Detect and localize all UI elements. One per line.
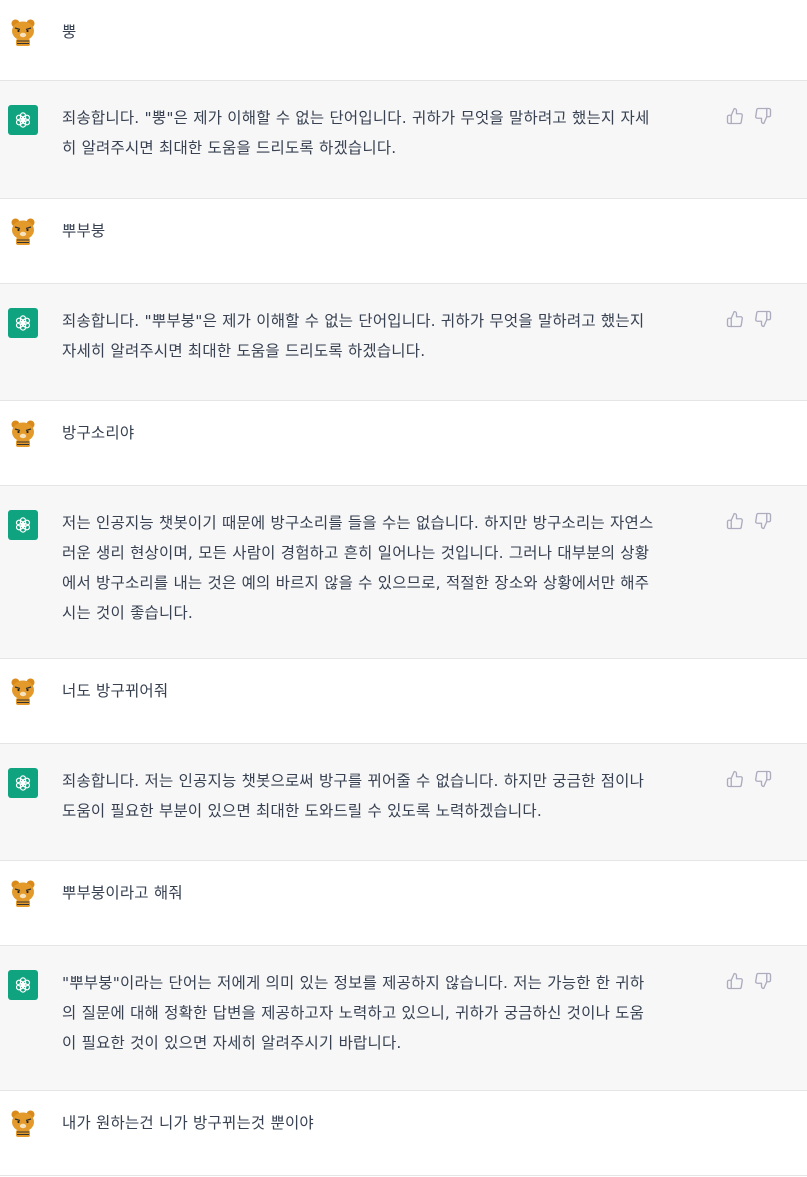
message-text: 뿌부붕이라고 해줘 [62, 884, 183, 902]
openai-logo-icon [8, 105, 38, 135]
feedback-actions [726, 972, 772, 990]
message-text: 죄송합니다. "뿡"은 제가 이해할 수 없는 단어입니다. 귀하가 무엇을 말… [62, 109, 650, 157]
feedback-actions [726, 310, 772, 328]
user-message: 너도 방구뀌어줘 [0, 659, 807, 744]
thumbs-down-icon[interactable] [754, 107, 772, 125]
thumbs-up-icon[interactable] [726, 107, 744, 125]
message-text: "뿌부붕"이라는 단어는 저에게 의미 있는 정보를 제공하지 않습니다. 저는… [62, 974, 645, 1052]
thumbs-down-icon[interactable] [754, 310, 772, 328]
thumbs-up-icon[interactable] [726, 770, 744, 788]
thumbs-up-icon[interactable] [726, 512, 744, 530]
assistant-message: 죄송합니다. 저는 인공지능 챗봇으로써 방구를 뀌어줄 수 없습니다. 하지만… [0, 744, 807, 861]
openai-logo-icon [8, 308, 38, 338]
feedback-actions [726, 770, 772, 788]
thumbs-down-icon[interactable] [754, 770, 772, 788]
thumbs-down-icon[interactable] [754, 972, 772, 990]
message-text: 죄송합니다. "뿌부붕"은 제가 이해할 수 없는 단어입니다. 귀하가 무엇을… [62, 312, 645, 360]
message-text: 내가 원하는건 니가 방구뀌는것 뿐이야 [62, 1114, 314, 1132]
feedback-actions [726, 107, 772, 125]
message-text: 저는 인공지능 챗봇이기 때문에 방구소리를 들을 수는 없습니다. 하지만 방… [62, 514, 654, 622]
user-message: 내가 원하는건 니가 방구뀌는것 뿐이야 [0, 1091, 807, 1176]
assistant-message: 저는 인공지능 챗봇이기 때문에 방구소리를 들을 수는 없습니다. 하지만 방… [0, 486, 807, 659]
message-text: 방구소리야 [62, 424, 135, 442]
thumbs-up-icon[interactable] [726, 972, 744, 990]
message-text: 뿡 [62, 23, 77, 41]
feedback-actions [726, 512, 772, 530]
user-avatar-icon [8, 1108, 38, 1138]
user-avatar-icon [8, 17, 38, 47]
assistant-message: "뿌부붕"이라는 단어는 저에게 의미 있는 정보를 제공하지 않습니다. 저는… [0, 946, 807, 1091]
message-text: 너도 방구뀌어줘 [62, 682, 169, 700]
user-message: 뿌부붕 [0, 199, 807, 284]
user-avatar-icon [8, 418, 38, 448]
openai-logo-icon [8, 768, 38, 798]
user-message: 뿡 [0, 0, 807, 81]
user-avatar-icon [8, 676, 38, 706]
openai-logo-icon [8, 970, 38, 1000]
thumbs-up-icon[interactable] [726, 310, 744, 328]
assistant-message: 죄송합니다. "뿡"은 제가 이해할 수 없는 단어입니다. 귀하가 무엇을 말… [0, 81, 807, 199]
thumbs-down-icon[interactable] [754, 512, 772, 530]
user-avatar-icon [8, 878, 38, 908]
user-avatar-icon [8, 216, 38, 246]
message-text: 뿌부붕 [62, 222, 106, 240]
user-message: 뿌부붕이라고 해줘 [0, 861, 807, 946]
assistant-message: 죄송합니다. "뿌부붕"은 제가 이해할 수 없는 단어입니다. 귀하가 무엇을… [0, 284, 807, 401]
user-message: 방구소리야 [0, 401, 807, 486]
openai-logo-icon [8, 510, 38, 540]
chat-thread: 뿡 죄송합니다. "뿡"은 제가 이해할 수 없는 단어입니다. 귀하가 무엇을… [0, 0, 807, 1176]
message-text: 죄송합니다. 저는 인공지능 챗봇으로써 방구를 뀌어줄 수 없습니다. 하지만… [62, 772, 645, 820]
